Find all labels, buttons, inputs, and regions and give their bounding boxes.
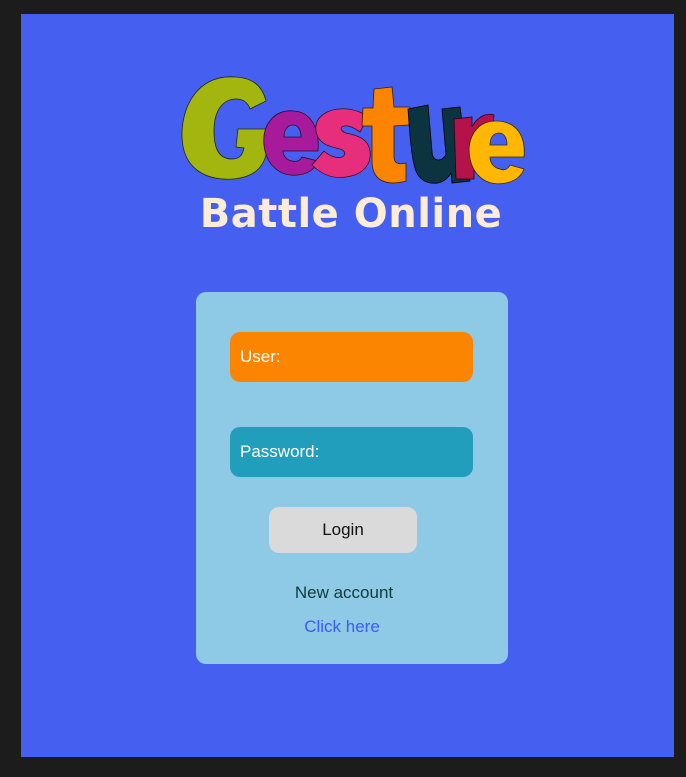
user-label: User: xyxy=(240,347,281,366)
click-here-link[interactable]: Click here xyxy=(196,617,488,637)
logo-letter-t xyxy=(361,86,411,184)
password-input[interactable] xyxy=(325,442,473,462)
password-field[interactable]: Password: xyxy=(230,427,473,477)
password-label: Password: xyxy=(240,442,320,461)
logo-letter-g xyxy=(181,76,269,180)
game-window: Battle Online User: Password: Login New … xyxy=(21,14,674,757)
user-input[interactable] xyxy=(286,347,473,367)
logo-letter-e1 xyxy=(263,110,319,176)
login-button[interactable]: Login xyxy=(269,507,417,553)
logo-letter-s xyxy=(311,108,371,178)
new-account-text: New account xyxy=(294,583,394,602)
user-field[interactable]: User: xyxy=(230,332,473,382)
subtitle-battle-online: Battle Online xyxy=(199,191,503,237)
login-card: User: Password: Login New account Click … xyxy=(196,292,508,664)
logo-letter-e2 xyxy=(468,120,525,185)
